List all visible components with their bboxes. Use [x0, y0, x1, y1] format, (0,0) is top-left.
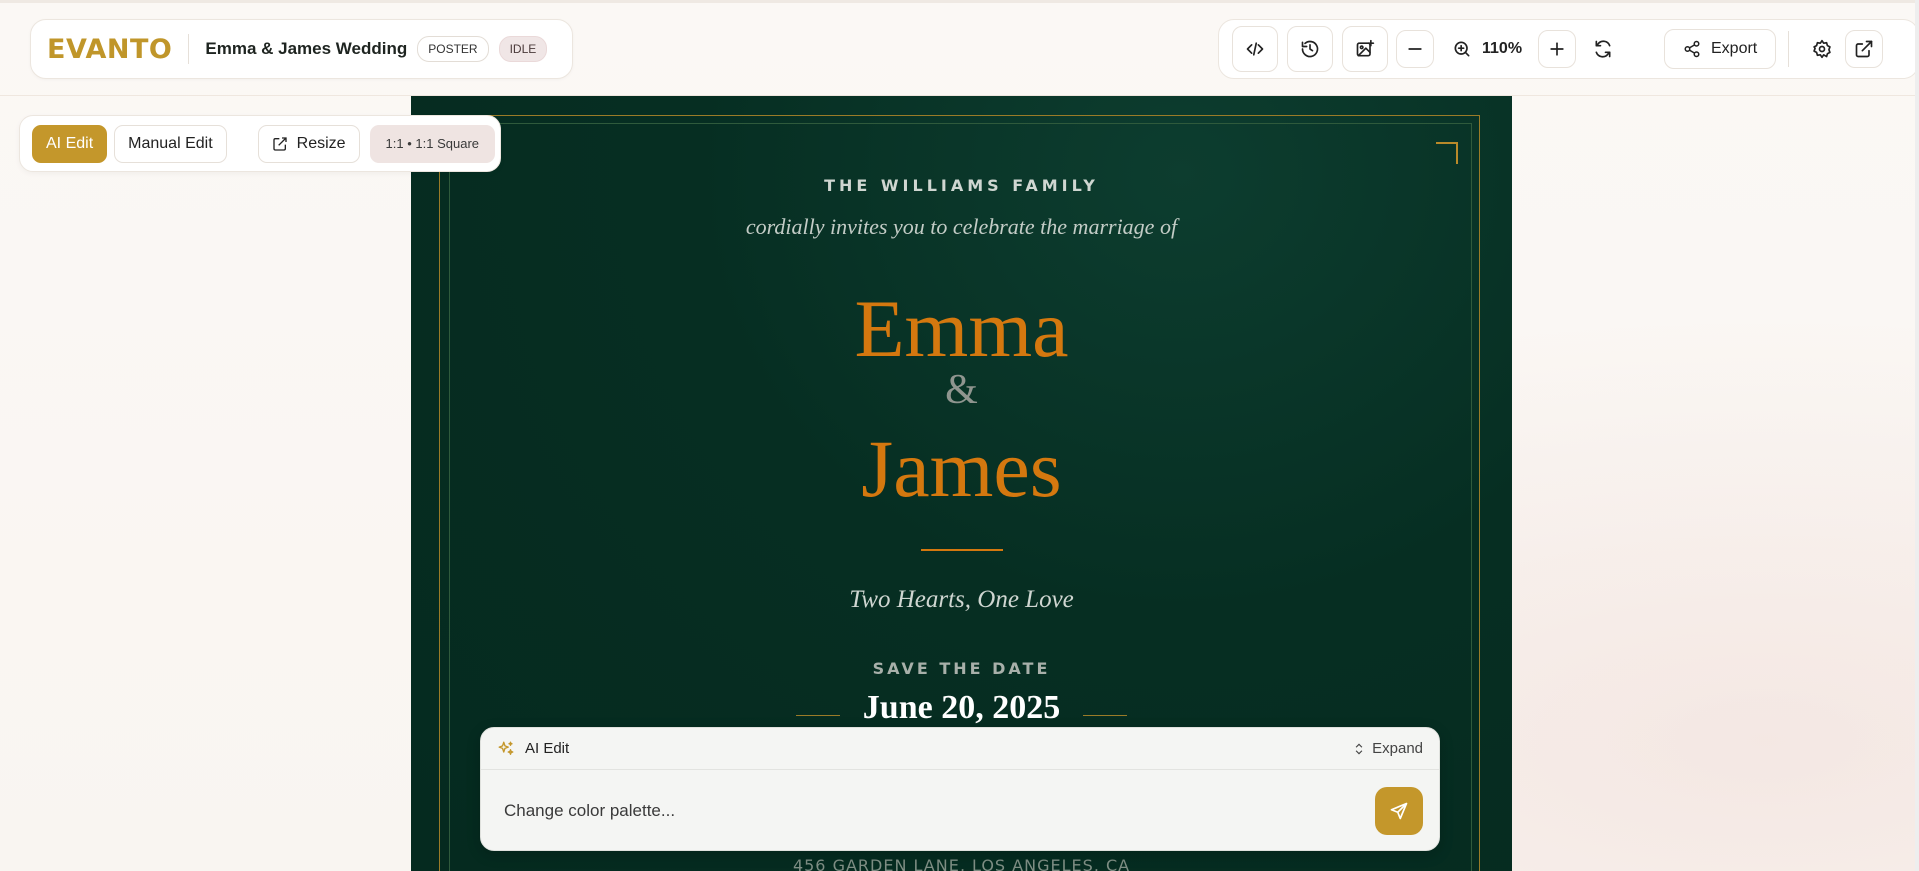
divider-rule	[921, 549, 1003, 551]
ai-panel-title: AI Edit	[525, 740, 570, 757]
event-date[interactable]: June 20, 2025	[411, 689, 1512, 727]
external-link-icon	[1855, 40, 1873, 58]
zoom-in-icon[interactable]	[1452, 39, 1472, 59]
ai-panel-body	[481, 770, 1439, 850]
ai-prompt-input[interactable]	[504, 801, 1375, 821]
save-the-date-label[interactable]: SAVE THE DATE	[411, 659, 1512, 678]
export-label: Export	[1711, 40, 1758, 57]
send-icon	[1390, 802, 1408, 820]
export-button[interactable]: Export	[1664, 29, 1777, 69]
sparkles-icon	[498, 741, 514, 755]
groom-name[interactable]: James	[411, 422, 1512, 516]
tagline[interactable]: Two Hearts, One Love	[411, 586, 1512, 614]
settings-icon	[1813, 39, 1831, 59]
corner-ornament	[1436, 142, 1458, 164]
zoom-indicator: 110%	[1452, 39, 1530, 59]
ai-edit-mode-button[interactable]: AI Edit	[32, 124, 108, 163]
chevron-up-down-icon	[1355, 743, 1363, 754]
status-badge: IDLE	[498, 36, 548, 62]
refresh-button[interactable]	[1584, 30, 1622, 68]
edit-mode-bar: AI Edit Manual Edit Resize 1:1 • 1:1 Squ…	[19, 115, 501, 172]
open-external-button[interactable]	[1845, 30, 1884, 68]
refresh-icon	[1595, 40, 1611, 58]
zoom-out-button[interactable]	[1396, 30, 1434, 68]
divider	[188, 34, 190, 64]
date-line-right	[1083, 715, 1127, 716]
settings-button[interactable]	[1803, 30, 1841, 68]
resize-button[interactable]: Resize	[257, 124, 360, 163]
history-button[interactable]	[1287, 26, 1333, 72]
scrollbar[interactable]	[1915, 0, 1919, 871]
history-icon	[1301, 40, 1319, 58]
top-rule	[0, 0, 1919, 3]
invite-line-text[interactable]: cordially invites you to celebrate the m…	[411, 214, 1512, 240]
editor-toolbar: 110% Export	[1218, 19, 1919, 79]
resize-icon	[272, 136, 287, 151]
project-title[interactable]: Emma & James Wedding	[205, 39, 407, 59]
ai-panel-header: AI Edit Expand	[481, 728, 1439, 770]
image-add-icon	[1356, 39, 1375, 57]
manual-edit-mode-button[interactable]: Manual Edit	[114, 124, 227, 163]
resize-label: Resize	[296, 134, 346, 152]
minus-icon	[1408, 48, 1422, 50]
send-button[interactable]	[1375, 787, 1423, 835]
ai-edit-panel: AI Edit Expand	[480, 727, 1440, 851]
expand-button[interactable]: Expand	[1352, 740, 1423, 757]
title-card: EVANTO Emma & James Wedding POSTER IDLE	[30, 19, 573, 79]
add-image-button[interactable]	[1342, 26, 1388, 72]
toolbar-divider	[1788, 31, 1790, 67]
expand-label: Expand	[1372, 740, 1423, 757]
plus-icon	[1550, 42, 1564, 56]
app-logo[interactable]: EVANTO	[47, 34, 172, 65]
zoom-plus-button[interactable]	[1538, 30, 1576, 68]
bride-name[interactable]: Emma	[411, 282, 1512, 376]
type-badge: POSTER	[417, 36, 489, 62]
aspect-ratio-pill[interactable]: 1:1 • 1:1 Square	[369, 124, 495, 163]
share-icon	[1684, 40, 1700, 58]
zoom-level: 110%	[1482, 40, 1523, 57]
code-view-button[interactable]	[1232, 26, 1278, 72]
host-family-text[interactable]: THE WILLIAMS FAMILY	[411, 176, 1512, 195]
code-icon	[1246, 42, 1264, 56]
ampersand[interactable]: &	[411, 366, 1512, 414]
event-address[interactable]: 456 GARDEN LANE, LOS ANGELES, CA	[411, 856, 1512, 871]
